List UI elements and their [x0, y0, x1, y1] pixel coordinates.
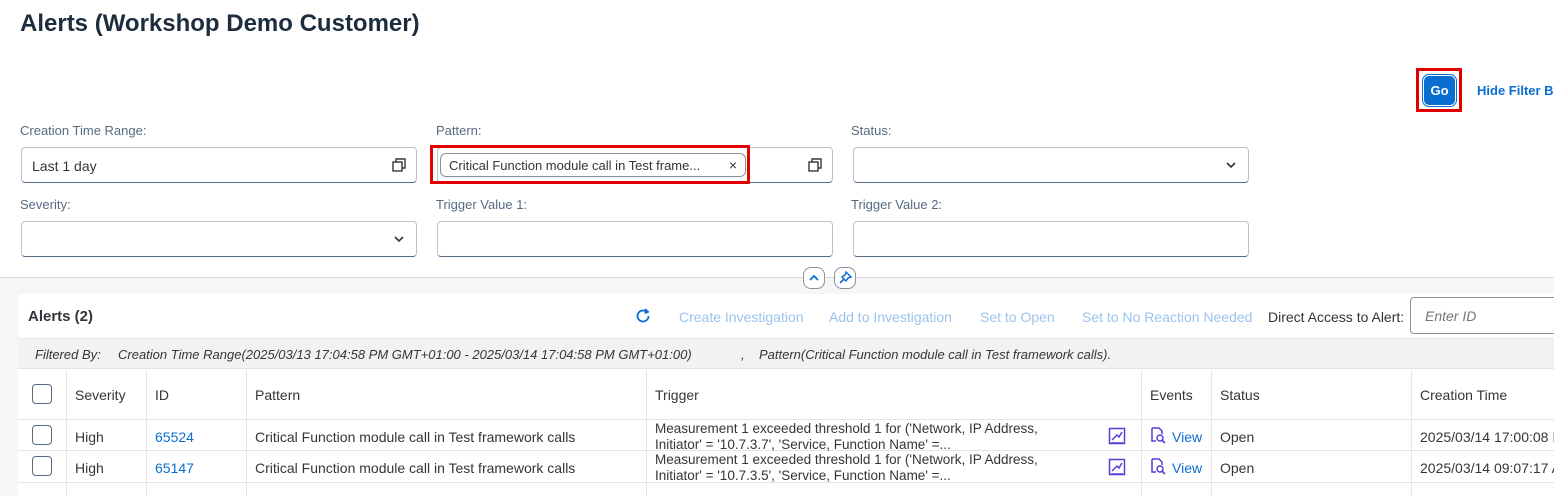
direct-access-label: Direct Access to Alert: [1268, 309, 1405, 325]
row-creation-time: 2025/03/14 17:00:08 I [1420, 429, 1554, 445]
column-header-id[interactable]: ID [155, 387, 169, 403]
pattern-token[interactable]: Critical Function module call in Test fr… [440, 153, 746, 177]
collapse-header-button[interactable] [803, 267, 825, 289]
severity-select[interactable] [21, 221, 417, 257]
create-investigation-button[interactable]: Create Investigation [679, 309, 804, 325]
column-header-severity[interactable]: Severity [75, 387, 126, 403]
column-divider [246, 370, 247, 496]
row-trigger-line1: Measurement 1 exceeded threshold 1 for (… [655, 421, 1038, 436]
chevron-up-icon [809, 274, 819, 281]
row-id-link[interactable]: 65524 [155, 429, 194, 445]
direct-access-input[interactable] [1410, 297, 1554, 334]
status-select[interactable] [853, 147, 1249, 183]
chevron-down-icon[interactable] [1226, 160, 1236, 170]
column-header-creation-time[interactable]: Creation Time [1420, 387, 1507, 403]
row-severity: High [75, 429, 104, 445]
pattern-token-text: Critical Function module call in Test fr… [449, 158, 701, 173]
row-trigger-line2: Initiator' = '10.7.3.5', 'Service, Funct… [655, 468, 951, 483]
trigger-detail-icon[interactable] [1108, 458, 1126, 476]
filtered-by-prefix: Filtered By: [35, 347, 101, 362]
value-help-icon[interactable] [392, 158, 406, 172]
column-header-events[interactable]: Events [1150, 387, 1193, 403]
row-id-link[interactable]: 65147 [155, 460, 194, 476]
chevron-down-icon[interactable] [394, 234, 404, 244]
row-status: Open [1220, 429, 1255, 445]
trigger-value-1-input[interactable] [437, 221, 833, 257]
column-header-pattern[interactable]: Pattern [255, 387, 300, 403]
hide-filter-bar-link[interactable]: Hide Filter Ba [1477, 83, 1554, 98]
row-pattern: Critical Function module call in Test fr… [255, 429, 576, 445]
alerts-table-title: Alerts (2) [28, 308, 94, 325]
token-remove-icon[interactable]: × [729, 157, 737, 173]
set-to-open-button[interactable]: Set to Open [980, 309, 1055, 325]
trigger-detail-icon[interactable] [1108, 427, 1126, 445]
column-divider [1411, 370, 1412, 496]
column-divider [146, 370, 147, 496]
trigger-value-1-label: Trigger Value 1: [436, 197, 528, 212]
select-all-checkbox[interactable] [32, 384, 52, 404]
pattern-label: Pattern: [436, 123, 482, 138]
filtered-by-pattern: Pattern(Critical Function module call in… [759, 347, 1112, 362]
filter-bar-separator [0, 277, 1554, 278]
trigger-value-2-input[interactable] [853, 221, 1249, 257]
add-to-investigation-button[interactable]: Add to Investigation [829, 309, 952, 325]
row-severity: High [75, 460, 104, 476]
row-status: Open [1220, 460, 1255, 476]
filtered-by-separator: , [741, 347, 745, 362]
column-divider [1211, 370, 1212, 496]
trigger-value-2-label: Trigger Value 2: [851, 197, 943, 212]
pin-icon [839, 270, 853, 284]
refresh-icon[interactable] [634, 307, 652, 325]
column-header-status[interactable]: Status [1220, 387, 1260, 403]
row-checkbox[interactable] [32, 456, 52, 476]
filtered-by-bar: Filtered By: Creation Time Range(2025/03… [18, 338, 1554, 369]
creation-time-range-value: Last 1 day [32, 158, 97, 174]
creation-time-range-field[interactable]: Last 1 day [21, 147, 417, 183]
header-divider [18, 419, 1554, 420]
set-no-reaction-button[interactable]: Set to No Reaction Needed [1082, 309, 1252, 325]
events-search-icon[interactable] [1149, 426, 1167, 444]
row-events-view-link[interactable]: View [1172, 429, 1202, 445]
go-button[interactable]: Go [1422, 74, 1457, 107]
filtered-by-range: Creation Time Range(2025/03/13 17:04:58 … [118, 347, 692, 362]
value-help-icon[interactable] [808, 158, 822, 172]
row-pattern: Critical Function module call in Test fr… [255, 460, 576, 476]
column-divider [66, 370, 67, 496]
row-creation-time: 2025/03/14 09:07:17 A [1420, 460, 1554, 476]
events-search-icon[interactable] [1149, 457, 1167, 475]
creation-time-range-label: Creation Time Range: [20, 123, 147, 138]
row-events-view-link[interactable]: View [1172, 460, 1202, 476]
row-trigger-line2: Initiator' = '10.7.3.7', 'Service, Funct… [655, 437, 951, 452]
severity-label: Severity: [20, 197, 71, 212]
column-divider [646, 370, 647, 496]
row-trigger-line1: Measurement 1 exceeded threshold 1 for (… [655, 452, 1038, 467]
status-label: Status: [851, 123, 892, 138]
column-divider [1141, 370, 1142, 496]
page-title: Alerts (Workshop Demo Customer) [20, 10, 420, 37]
pin-header-button[interactable] [834, 267, 856, 289]
direct-access-id-field[interactable] [1423, 307, 1547, 325]
row-checkbox[interactable] [32, 425, 52, 445]
column-header-trigger[interactable]: Trigger [655, 387, 699, 403]
